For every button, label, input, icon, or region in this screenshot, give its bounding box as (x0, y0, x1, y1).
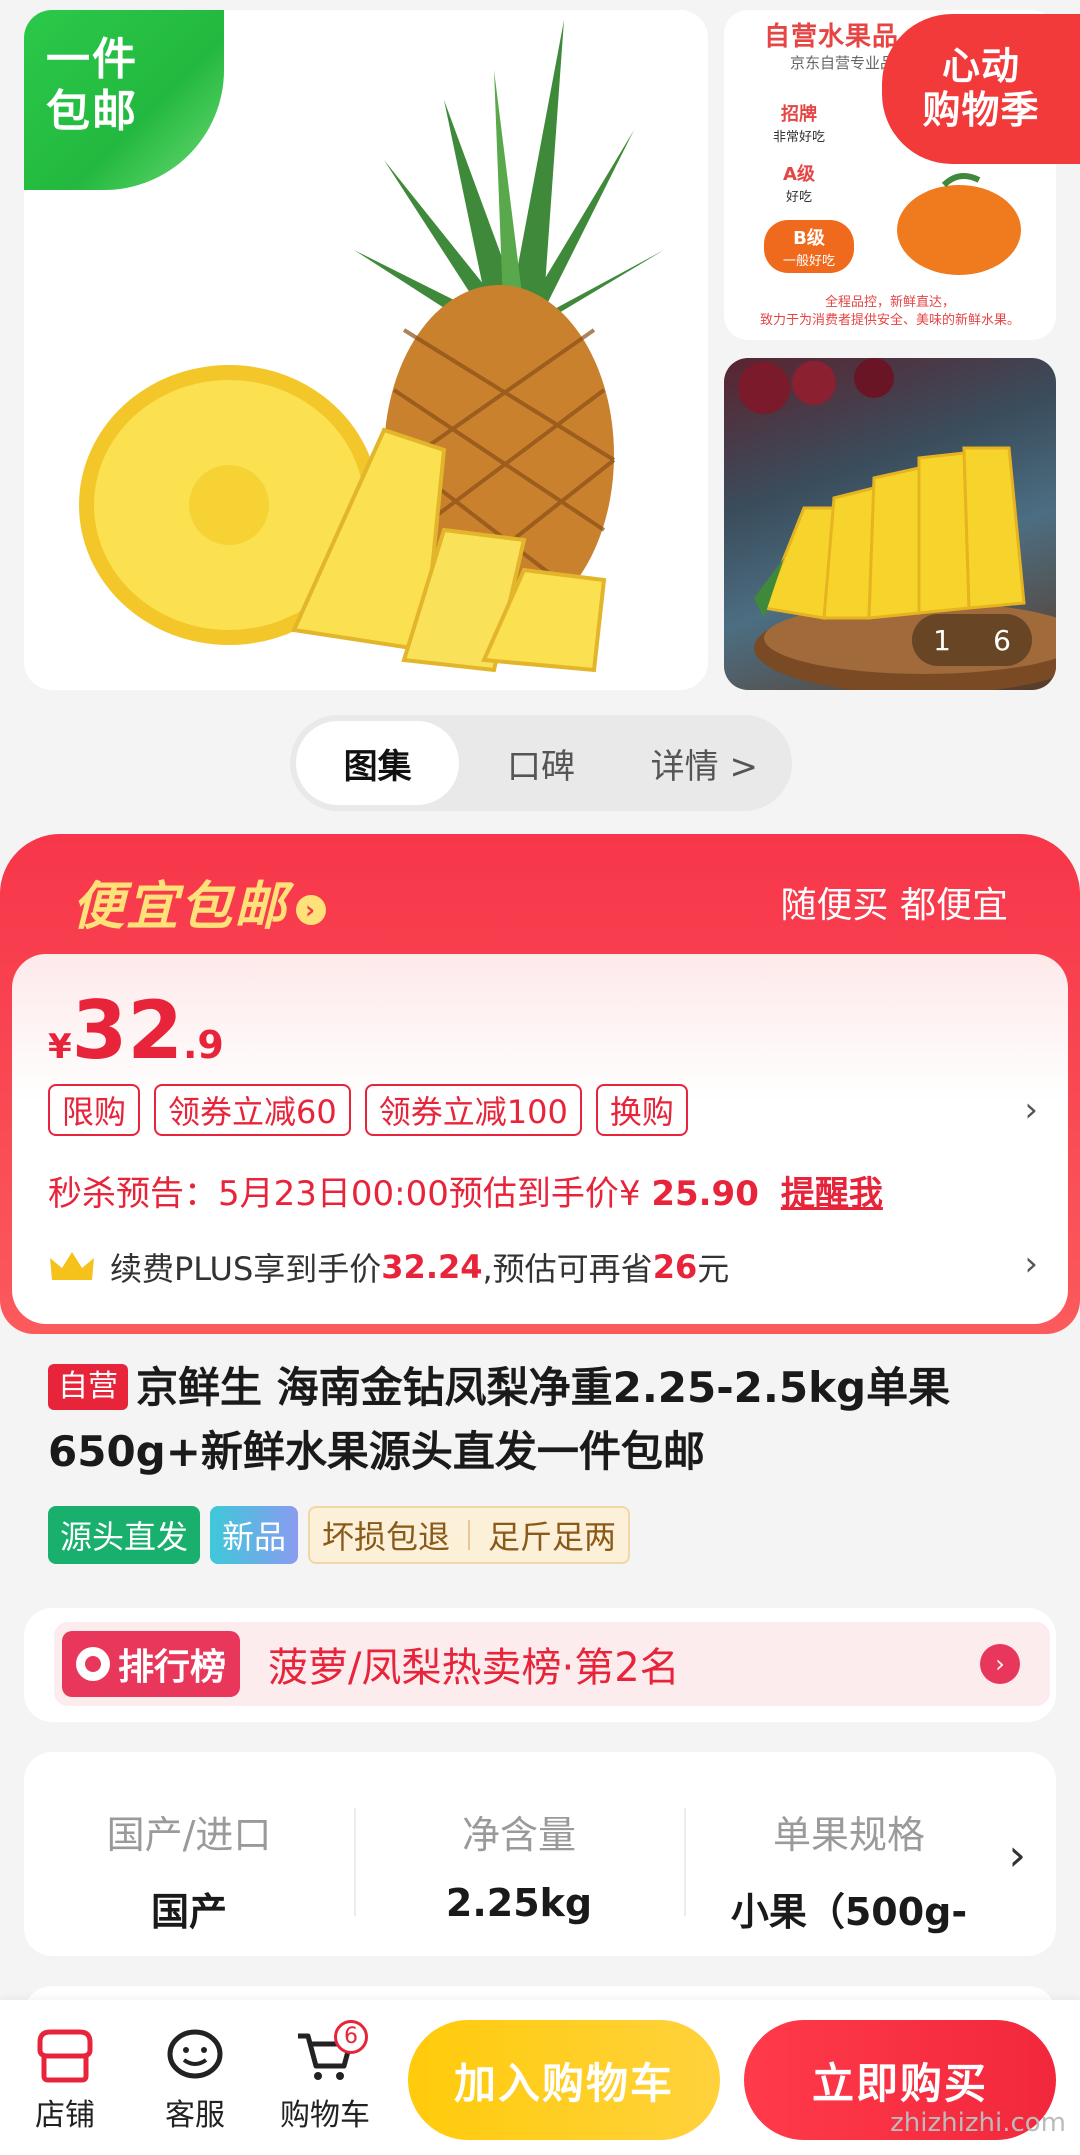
customer-service-button[interactable]: 客服 (140, 2028, 250, 2134)
grade-premium: 招牌 非常好吃 (772, 104, 825, 145)
chevron-right-icon[interactable]: › (1008, 1830, 1026, 1881)
chip-purchase-limit[interactable]: 限购 (48, 1084, 141, 1136)
shop-button[interactable]: 店铺 (10, 2028, 120, 2134)
content-tab-switcher: 图集 口碑 详情 > (290, 715, 792, 811)
current-price: ¥32.9 (48, 984, 224, 1077)
crown-icon (50, 1252, 94, 1280)
price-panel: ¥32.9 限购 领券立减60 领券立减100 换购 › 秒杀预告：5月23日0… (12, 954, 1068, 1324)
watermark: zhizhizhi.com (890, 2108, 1066, 2138)
cart-button[interactable]: 购物车 6 (270, 2020, 380, 2134)
grade-b: B级 一般好吃 (764, 220, 854, 273)
image-gallery[interactable]: 一件 包邮 自营水果品 京东自营专业品 招牌 非常好吃 A级 好吃 B级 一般好… (0, 0, 1080, 690)
remind-me-link[interactable]: 提醒我 (781, 1174, 883, 1214)
coupon-chips[interactable]: 限购 领券立减60 领券立减100 换购 (48, 1084, 688, 1136)
tag-guarantees[interactable]: 坏损包退 足斤足两 (308, 1506, 631, 1564)
chip-exchange-buy[interactable]: 换购 (595, 1084, 688, 1136)
plus-member-price[interactable]: 续费PLUS享到手价 32.24 ,预估可再省 26 元 › (48, 1244, 1038, 1290)
tag-new: 新品 (210, 1506, 299, 1564)
chip-coupon-60[interactable]: 领券立减60 (154, 1084, 351, 1136)
promo-slogan: 随便买 都便宜 (780, 885, 1008, 926)
spec-card[interactable]: 国产/进口 国产 净含量 2.25kg 单果规格 小果（500g‑ › (24, 1752, 1056, 1956)
shop-icon (37, 2029, 93, 2083)
grade-a: A级 好吃 (783, 164, 815, 205)
main-product-image[interactable]: 一件 包邮 (24, 10, 708, 690)
chevron-right-icon: › (296, 895, 327, 925)
chevron-right-icon[interactable]: › (980, 1644, 1020, 1684)
image-counter: 1 6 (912, 614, 1032, 666)
cheap-free-shipping-link[interactable]: 便宜包邮 › (72, 864, 327, 939)
product-title-text: 京鲜生 海南金钻凤梨净重2.25-2.5kg单果650g+新鲜水果源头直发一件包… (48, 1363, 951, 1476)
spec-net-weight: 净含量 2.25kg (354, 1752, 684, 1956)
tag-source-direct: 源头直发 (48, 1506, 201, 1564)
cheap-free-shipping-label: 便宜包邮 (72, 877, 289, 937)
cart-count-badge: 6 (334, 2020, 368, 2054)
quality-footer: 全程品控，新鲜直达， 致力于为消费者提供安全、美味的新鲜水果。 (759, 295, 1020, 328)
self-operated-tag: 自营 (48, 1364, 128, 1410)
ranking-text: 菠萝/凤梨热卖榜·第2名 (268, 1645, 680, 1691)
promo-price-card: 便宜包邮 › 随便买 都便宜 ¥32.9 限购 领券立减60 领券立减100 换购… (0, 834, 1080, 1334)
tab-gallery[interactable]: 图集 (296, 721, 460, 805)
quality-title: 自营水果品 (764, 22, 900, 52)
quality-subtitle: 京东自营专业品 (790, 54, 896, 72)
spec-origin: 国产/进口 国产 (106, 1813, 272, 1934)
chat-icon (167, 2029, 223, 2079)
add-to-cart-button[interactable]: 加入购物车 (408, 2020, 720, 2140)
spec-fruit-size: 单果规格 小果（500g‑ (684, 1752, 1014, 1956)
shopping-season-badge[interactable]: 心动 购物季 (882, 14, 1080, 164)
ranking-icon (76, 1647, 110, 1681)
ranking-badge: 排行榜 (62, 1631, 241, 1697)
product-title: 自营 京鲜生 海南金钻凤梨净重2.25-2.5kg单果650g+新鲜水果源头直发一… (48, 1356, 1048, 1484)
chevron-right-icon[interactable]: › (1024, 1090, 1038, 1130)
flash-sale-notice: 秒杀预告：5月23日00:00预估到手价¥ 25.90 提醒我 (48, 1174, 883, 1214)
ranking-card[interactable]: 排行榜 菠萝/凤梨热卖榜·第2名 › (24, 1608, 1056, 1722)
tab-details[interactable]: 详情 > (623, 721, 786, 805)
product-tags: 源头直发 新品 坏损包退 足斤足两 (48, 1506, 631, 1564)
chip-coupon-100[interactable]: 领券立减100 (364, 1084, 582, 1136)
orange-fruit-icon (897, 173, 1021, 275)
chevron-right-icon: › (1024, 1244, 1038, 1284)
tab-reviews[interactable]: 口碑 (459, 721, 622, 805)
